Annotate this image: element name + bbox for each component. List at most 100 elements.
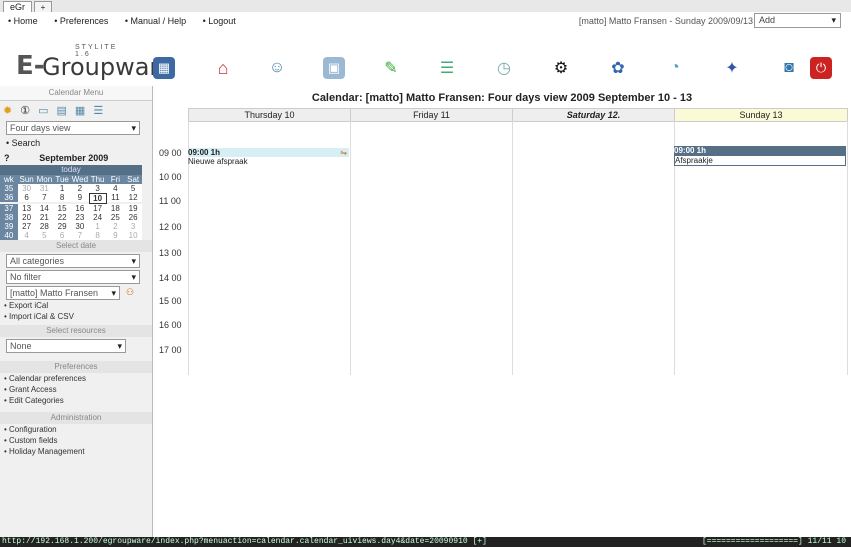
day-view-icon[interactable]: ① xyxy=(20,104,30,117)
day-header-sunday[interactable]: Sunday 13 xyxy=(674,108,848,122)
mini-calendar-day[interactable]: 9 xyxy=(71,193,89,202)
calendar-preferences-link[interactable]: • Calendar preferences xyxy=(0,373,152,384)
weekday-header: Thu xyxy=(88,175,107,184)
mini-calendar-day[interactable]: 17 xyxy=(88,204,107,213)
filemanager-app-icon[interactable]: ▣ xyxy=(323,57,345,79)
week-view-icon[interactable]: ▭ xyxy=(38,104,48,117)
mini-calendar-day[interactable]: 19 xyxy=(124,204,142,213)
resources-select[interactable]: None ▾ xyxy=(6,339,126,353)
nav-preferences-link[interactable]: • Preferences xyxy=(54,16,115,26)
select-date-label[interactable]: Select date xyxy=(0,240,152,252)
today-view-icon[interactable]: ✹ xyxy=(3,104,12,117)
day-header-friday[interactable]: Friday 11 xyxy=(350,108,513,122)
mini-calendar-day[interactable]: 28 xyxy=(35,222,54,231)
mini-calendar-prev[interactable]: ? xyxy=(4,151,10,165)
mini-calendar-day[interactable]: 31 xyxy=(35,184,54,193)
multiple-users-icon[interactable]: ⚇ xyxy=(126,284,134,300)
mini-calendar-day[interactable]: 20 xyxy=(17,213,36,222)
chevron-down-icon: ▾ xyxy=(111,288,116,298)
event-thursday-title[interactable]: Nieuwe afspraak xyxy=(188,157,349,166)
calendar-title: Calendar: [matto] Matto Fransen: Four da… xyxy=(311,92,693,104)
mini-calendar-day[interactable]: 30 xyxy=(17,184,36,193)
mini-calendar-day[interactable]: 10 xyxy=(88,193,107,204)
mini-calendar-day[interactable]: 10 xyxy=(124,231,142,240)
mini-calendar-day[interactable]: 29 xyxy=(53,222,71,231)
mini-calendar-day[interactable]: 18 xyxy=(106,204,125,213)
mini-calendar-day[interactable]: 23 xyxy=(71,213,89,222)
event-sunday-title[interactable]: Afspraakje xyxy=(674,155,846,166)
event-thursday[interactable]: 09:00 1h ⇋ xyxy=(188,148,349,157)
mini-calendar-day[interactable]: 3 xyxy=(124,222,142,231)
mini-calendar-day[interactable]: 4 xyxy=(106,184,125,193)
mini-calendar-day[interactable]: 15 xyxy=(53,204,71,213)
logout-app-icon[interactable]: ⏻ xyxy=(810,57,832,79)
mini-calendar-day[interactable]: 8 xyxy=(53,193,71,202)
infolog-app-icon[interactable]: ☰ xyxy=(436,57,458,79)
mini-calendar-day[interactable]: 6 xyxy=(17,193,36,202)
mini-calendar-day[interactable]: 24 xyxy=(88,213,107,222)
export-ical-link[interactable]: • Export iCal xyxy=(0,300,152,311)
news-app-icon[interactable]: ✦ xyxy=(721,57,743,79)
mini-calendar-day[interactable]: 5 xyxy=(124,184,142,193)
tracker-app-icon[interactable]: ⚙ xyxy=(550,57,572,79)
import-ical-link[interactable]: • Import iCal & CSV xyxy=(0,311,152,322)
mini-calendar-day[interactable]: 2 xyxy=(106,222,125,231)
wiki-app-icon[interactable]: ✿ xyxy=(607,57,629,79)
mini-calendar-day[interactable]: 11 xyxy=(106,193,125,202)
home-app-icon[interactable]: ⌂ xyxy=(212,57,234,79)
timesheet-app-icon[interactable]: ◷ xyxy=(493,57,515,79)
mini-calendar-day[interactable]: 5 xyxy=(35,231,54,240)
view-select[interactable]: Four days view ▾ xyxy=(6,121,140,135)
filter-select[interactable]: No filter ▾ xyxy=(6,270,140,284)
nav-manual-link[interactable]: • Manual / Help xyxy=(125,16,193,26)
day-header-saturday[interactable]: Saturday 12. xyxy=(512,108,675,122)
edit-categories-link[interactable]: • Edit Categories xyxy=(0,395,152,406)
custom-fields-link[interactable]: • Custom fields xyxy=(0,435,152,446)
mini-calendar-day[interactable]: 7 xyxy=(71,231,89,240)
mini-calendar-day[interactable]: 26 xyxy=(124,213,142,222)
mini-calendar-day[interactable]: 27 xyxy=(17,222,36,231)
owner-select[interactable]: [matto] Matto Fransen ▾ xyxy=(6,286,120,300)
mini-calendar-day[interactable]: 21 xyxy=(35,213,54,222)
mini-calendar-day[interactable]: 7 xyxy=(35,193,54,202)
mini-calendar-day[interactable]: 1 xyxy=(53,184,71,193)
mini-calendar-day[interactable]: 9 xyxy=(106,231,125,240)
category-select[interactable]: All categories ▾ xyxy=(6,254,140,268)
mini-calendar-day[interactable]: 12 xyxy=(124,193,142,202)
mini-calendar-day[interactable]: 4 xyxy=(17,231,36,240)
addressbook-app-icon[interactable]: ☺ xyxy=(266,57,288,79)
configuration-link[interactable]: • Configuration xyxy=(0,424,152,435)
mini-calendar-day[interactable]: 6 xyxy=(53,231,71,240)
clock-app-icon[interactable]: ◔ xyxy=(664,57,686,79)
planner-view-icon[interactable]: ▦ xyxy=(75,104,85,117)
projects-app-icon[interactable]: ✎ xyxy=(380,57,402,79)
day-header-thursday[interactable]: Thursday 10 xyxy=(188,108,351,122)
mini-calendar-day[interactable]: 25 xyxy=(106,213,125,222)
weekday-header: wk xyxy=(0,175,18,184)
mini-calendar-today-link[interactable]: today xyxy=(0,165,142,175)
list-view-icon[interactable]: ☰ xyxy=(93,104,103,117)
mini-calendar-day[interactable]: 14 xyxy=(35,204,54,213)
day-column-saturday[interactable] xyxy=(512,121,674,375)
search-link[interactable]: • Search xyxy=(0,135,152,151)
weekday-header: Mon xyxy=(35,175,54,184)
mini-calendar-day[interactable]: 1 xyxy=(88,222,107,231)
event-sunday[interactable]: 09:00 1h xyxy=(674,146,846,155)
mini-calendar-grid: wk Sun Mon Tue Wed Thu Fri Sat 35 30 31 1 2 3 4 5 36 6 7 8 9… xyxy=(0,175,142,240)
holiday-management-link[interactable]: • Holiday Management xyxy=(0,446,152,457)
mini-calendar-day[interactable]: 2 xyxy=(71,184,89,193)
nav-home-link[interactable]: • Home xyxy=(8,16,45,26)
sitemgr-app-icon[interactable]: ◙ xyxy=(778,57,800,79)
mini-calendar-day[interactable]: 16 xyxy=(71,204,89,213)
mini-calendar-day[interactable]: 3 xyxy=(88,184,107,193)
mini-calendar-day[interactable]: 22 xyxy=(53,213,71,222)
mini-calendar-day[interactable]: 13 xyxy=(17,204,36,213)
calendar-app-icon[interactable]: ▦ xyxy=(153,57,175,79)
day-column-friday[interactable] xyxy=(350,121,512,375)
nav-logout-link[interactable]: • Logout xyxy=(203,16,243,26)
mini-calendar-day[interactable]: 8 xyxy=(88,231,107,240)
mini-calendar-day[interactable]: 30 xyxy=(71,222,89,231)
month-view-icon[interactable]: ▤ xyxy=(57,104,67,117)
add-dropdown[interactable]: Add ▾ xyxy=(754,13,841,28)
grant-access-link[interactable]: • Grant Access xyxy=(0,384,152,395)
